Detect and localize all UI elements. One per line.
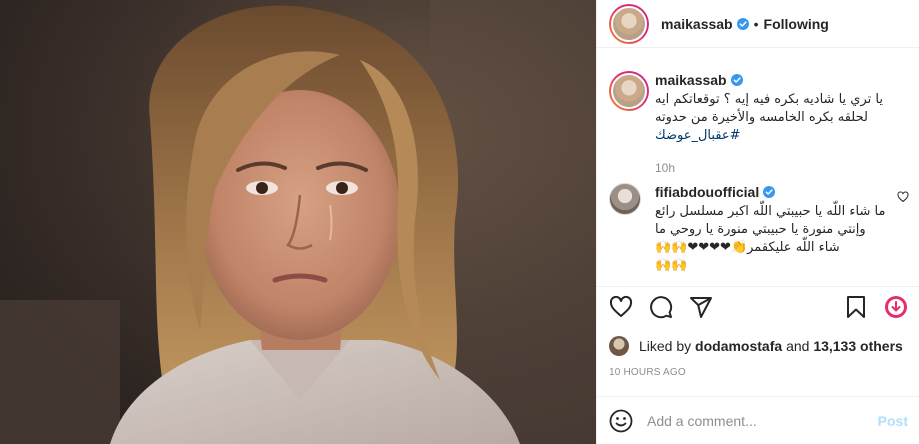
heart-icon[interactable] (609, 295, 633, 319)
commenter-username[interactable]: fifiabdouofficial (655, 183, 759, 201)
caption-body: maikassab يا تري يا شاديه بكره فيه إيه ؟… (655, 71, 909, 177)
post-photo-illustration (0, 0, 596, 444)
caption-avatar[interactable] (609, 71, 649, 111)
bookmark-icon[interactable] (844, 295, 868, 319)
likes-count[interactable]: 13,133 others (813, 338, 903, 354)
likes-prefix: Liked by (639, 338, 692, 354)
verified-badge-icon (730, 74, 743, 86)
author-username[interactable]: maikassab (661, 16, 733, 32)
comment-body: fifiabdouofficial ما شاء اللّه يا حبيبتي… (655, 183, 889, 275)
add-comment-bar: Add a comment... Post (597, 396, 919, 444)
caption-text-body: يا تري يا شاديه بكره فيه إيه ؟ توقعاتكم … (655, 92, 883, 125)
likes-middle: and (786, 338, 810, 354)
caption: maikassab يا تري يا شاديه بكره فيه إيه ؟… (609, 71, 909, 177)
post-timestamp[interactable]: 10 HOURS AGO (609, 367, 686, 378)
post-image[interactable] (0, 0, 596, 444)
action-bar (597, 286, 919, 326)
following-button[interactable]: Following (764, 16, 829, 32)
commenter-avatar[interactable] (609, 183, 641, 215)
instagram-post: maikassab • Following maikassab يا تري ي… (0, 0, 919, 444)
comment-like-heart-icon[interactable] (897, 191, 909, 203)
header-separator: • (753, 15, 759, 32)
comment-text: ما شاء اللّه يا حبيبتي اللّه اكبر مسلسل … (655, 204, 886, 255)
paper-plane-icon[interactable] (689, 295, 713, 319)
caption-username[interactable]: maikassab (655, 71, 727, 89)
author-avatar[interactable] (609, 3, 649, 44)
verified-badge-icon (736, 17, 749, 30)
post-comment-button[interactable]: Post (878, 413, 908, 429)
comment-item: fifiabdouofficial ما شاء اللّه يا حبيبتي… (609, 183, 909, 275)
smiley-icon[interactable] (609, 409, 633, 433)
liker-avatar[interactable] (609, 336, 629, 356)
verified-badge-icon (763, 186, 776, 198)
comment-bubble-icon[interactable] (649, 295, 673, 319)
post-header: maikassab • Following (597, 0, 919, 48)
caption-hashtag[interactable]: #عقبال_عوضك (655, 128, 741, 143)
comment-text-tail: 🙌🙌 (655, 258, 688, 273)
download-circle-icon[interactable] (884, 295, 908, 319)
header-user: maikassab • Following (661, 16, 829, 32)
likes-summary: Liked by dodamostafa and 13,133 others (609, 336, 903, 356)
liker-username[interactable]: dodamostafa (695, 338, 782, 354)
post-side-panel: maikassab • Following maikassab يا تري ي… (596, 0, 919, 444)
caption-text: يا تري يا شاديه بكره فيه إيه ؟ توقعاتكم … (655, 91, 909, 145)
comments-area: maikassab يا تري يا شاديه بكره فيه إيه ؟… (597, 49, 919, 286)
add-comment-input[interactable]: Add a comment... (647, 413, 878, 429)
caption-time[interactable]: 10h (655, 159, 909, 177)
